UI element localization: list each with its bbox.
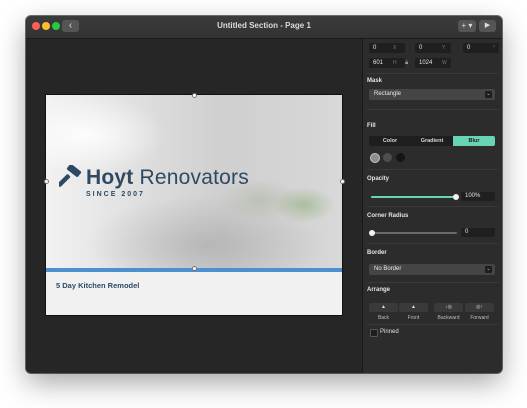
opacity-value[interactable]: 100% [461,192,495,201]
play-icon: ▶ [484,22,491,29]
opacity-label: Opacity [367,176,390,182]
y-field-unit: Y [442,45,446,51]
resize-handle-top[interactable] [192,93,197,98]
width-field-unit: W [442,60,447,66]
send-backward-button[interactable]: ↓◎ [434,303,463,312]
opacity-slider-fill [371,196,457,198]
divider [367,73,499,74]
brand-name: Hoyt Renovators [86,166,249,190]
hammer-icon [59,165,82,187]
resize-handle-bottom[interactable] [192,266,197,271]
divider [367,206,499,207]
divider [367,169,499,170]
rotation-field-unit: ° [493,45,495,51]
corner-radius-label: Corner Radius [367,213,409,219]
corner-radius-slider[interactable] [371,232,457,234]
divider [367,282,499,283]
add-button[interactable]: + ▾ [458,20,476,32]
canvas[interactable]: Hoyt Renovators SINCE 2007 5 Day Kitchen… [26,39,362,373]
opacity-slider[interactable] [371,196,457,198]
bring-to-front-button[interactable]: ▲ [399,303,428,312]
fill-swatch-dark[interactable] [396,153,405,162]
x-field-unit: X [393,45,397,51]
border-label: Border [367,250,387,256]
bring-to-front-icon: ▲ [411,304,416,310]
title-bar: ‹ Untitled Section - Page 1 + ▾ ▶ [26,16,502,39]
arrange-label: Arrange [367,287,391,293]
fill-swatch-medium[interactable] [383,153,392,162]
fill-swatch-light[interactable] [370,153,380,163]
slide-caption: 5 Day Kitchen Remodel [56,281,140,290]
pinned-checkbox[interactable] [370,329,378,337]
send-to-back-icon: ▲ [381,304,386,310]
play-button[interactable]: ▶ [479,20,496,32]
app-window: ‹ Untitled Section - Page 1 + ▾ ▶ Hoyt R… [26,16,502,373]
send-to-back-label: Back [377,315,390,321]
corner-radius-slider-knob[interactable] [369,230,375,236]
chevron-down-icon: ⌄ [485,266,492,273]
resize-handle-left[interactable] [44,179,49,184]
send-backward-icon: ↓◎ [445,304,452,310]
y-position-field[interactable]: 0 [415,43,451,53]
brand-name-light: Renovators [139,166,249,189]
divider [367,324,499,325]
mask-select[interactable]: Rectangle ⌄ [369,89,495,100]
height-field-unit: H [393,60,397,66]
bring-forward-label: Forward [470,315,489,321]
bring-to-front-label: Front [407,315,420,321]
fill-label: Fill [367,123,376,129]
tab-gradient[interactable]: Gradient [411,136,453,146]
tab-color[interactable]: Color [369,136,411,146]
corner-radius-value[interactable]: 0 [461,228,495,237]
send-backward-label: Backward [437,315,460,321]
mask-label: Mask [367,78,383,84]
pinned-label: Pinned [380,329,399,335]
border-select-value: No Border [374,266,402,272]
height-field[interactable]: 601 [369,58,405,68]
fill-type-tabs: Color Gradient Blur [369,136,495,146]
mask-select-value: Rectangle [374,91,402,97]
x-position-field[interactable]: 0 [369,43,405,53]
send-to-back-button[interactable]: ▲ [369,303,398,312]
window-title: Untitled Section - Page 1 [217,21,311,30]
brand-name-bold: Hoyt [86,166,134,189]
opacity-slider-knob[interactable] [453,194,459,200]
inspector-panel: 0 X 0 Y 0 ° 601 H 🔒︎ 1024 W Mask Rectang… [362,39,502,373]
border-select[interactable]: No Border ⌄ [369,264,495,275]
divider [367,243,499,244]
chevron-down-icon: ⌄ [485,91,492,98]
bring-forward-icon: ◎↑ [476,304,483,310]
bring-forward-button[interactable]: ◎↑ [465,303,494,312]
brand-tagline: SINCE 2007 [86,191,145,198]
caption-area: 5 Day Kitchen Remodel [46,272,342,315]
lock-icon[interactable]: 🔒︎ [405,58,408,68]
tab-blur[interactable]: Blur [453,136,495,146]
divider [367,109,499,110]
resize-handle-right[interactable] [340,179,345,184]
slide-preview[interactable]: Hoyt Renovators SINCE 2007 5 Day Kitchen… [46,95,342,315]
